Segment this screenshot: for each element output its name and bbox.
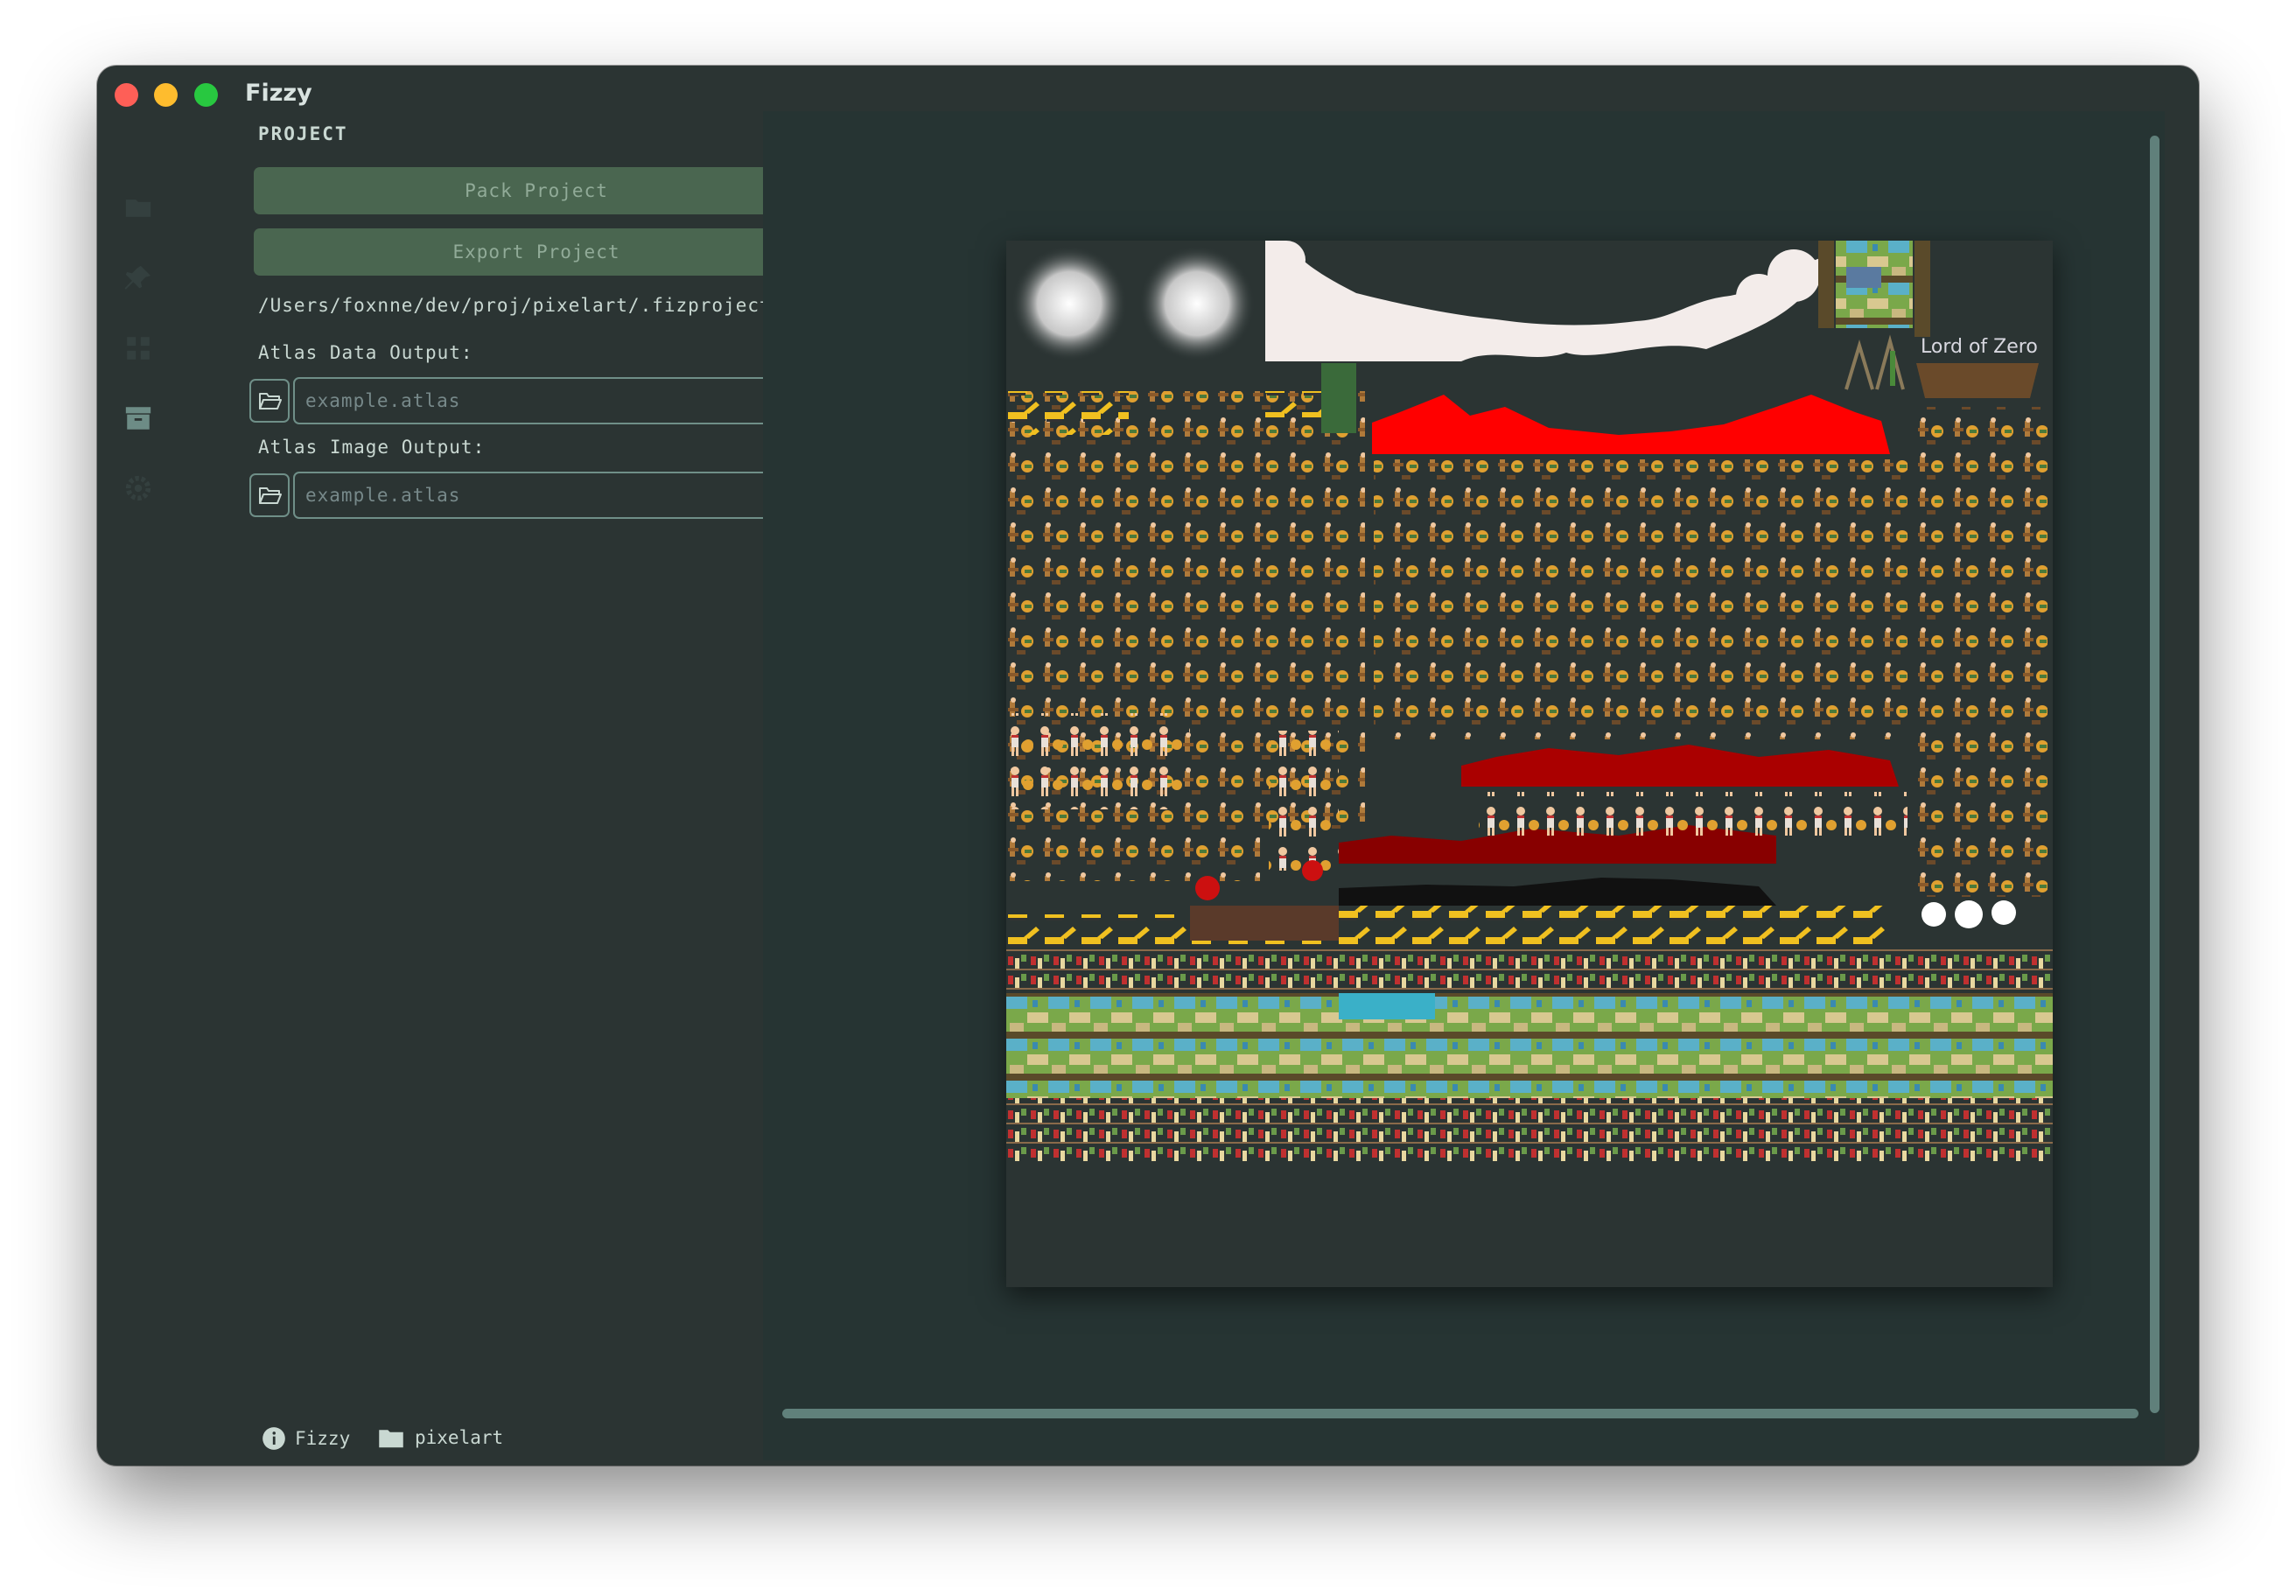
vertical-scrollbar[interactable] bbox=[2150, 136, 2160, 1413]
footer-app-item[interactable]: Fizzy bbox=[262, 1426, 350, 1451]
pack-project-button[interactable]: Pack Project bbox=[254, 167, 819, 214]
archive-icon[interactable] bbox=[123, 403, 153, 433]
pin-icon[interactable] bbox=[123, 263, 153, 293]
info-icon bbox=[262, 1427, 285, 1450]
project-path: /Users/foxnne/dev/proj/pixelart/.fizproj… bbox=[258, 295, 772, 316]
atlas-data-label: Atlas Data Output: bbox=[258, 342, 473, 363]
footer-folder-label: pixelart bbox=[415, 1427, 504, 1448]
folder-icon bbox=[379, 1430, 403, 1448]
footer-folder-item[interactable]: pixelart bbox=[378, 1426, 503, 1449]
atlas-image-input[interactable] bbox=[293, 472, 823, 519]
atlas-image-browse-button[interactable] bbox=[249, 473, 290, 517]
project-panel: PROJECT Pack Project Export Project /Use… bbox=[176, 66, 850, 1466]
atlas-image-label: Atlas Image Output: bbox=[258, 437, 486, 458]
open-folder-icon bbox=[259, 393, 282, 410]
grid-icon[interactable] bbox=[123, 333, 153, 363]
section-title: PROJECT bbox=[258, 123, 348, 144]
atlas-canvas-area[interactable]: Lord of Zero bbox=[763, 111, 2165, 1460]
atlas-image: Lord of Zero bbox=[1006, 241, 2053, 1161]
footer-app-label: Fizzy bbox=[295, 1428, 351, 1449]
close-window-button[interactable] bbox=[115, 83, 138, 107]
folder-icon[interactable] bbox=[123, 193, 153, 223]
app-window: Fizzy PROJECT Pack Project Export Projec… bbox=[97, 66, 2199, 1466]
atlas-data-input[interactable] bbox=[293, 377, 823, 424]
gear-icon[interactable] bbox=[123, 473, 153, 503]
atlas-data-browse-button[interactable] bbox=[249, 379, 290, 423]
horizontal-scrollbar[interactable] bbox=[782, 1409, 2138, 1418]
minimize-window-button[interactable] bbox=[154, 83, 178, 107]
atlas-logo-text: Lord of Zero bbox=[1921, 336, 2038, 358]
export-project-button[interactable]: Export Project bbox=[254, 228, 819, 276]
open-folder-icon bbox=[259, 487, 282, 504]
atlas-preview: Lord of Zero bbox=[1006, 241, 2053, 1287]
